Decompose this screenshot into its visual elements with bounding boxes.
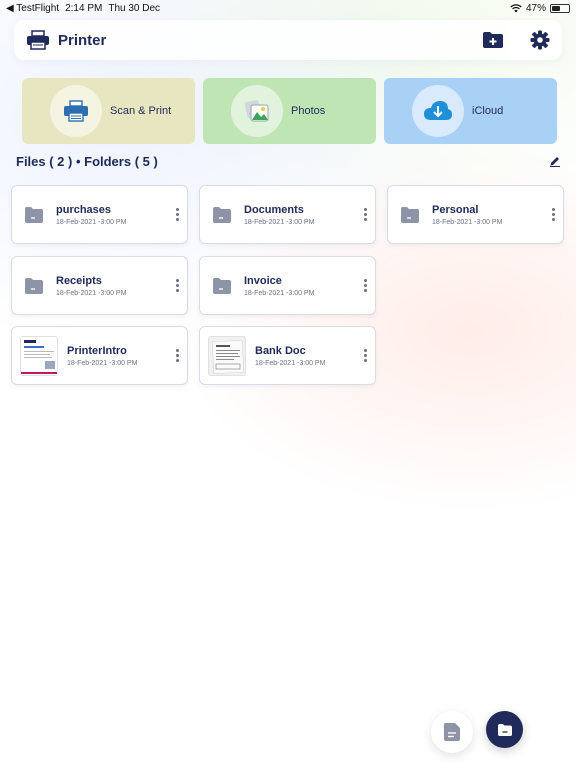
- back-to-app-link[interactable]: ◀ TestFlight: [6, 3, 59, 14]
- battery-percent: 47%: [525, 2, 546, 14]
- file-card-printerintro[interactable]: PrinterIntro 18-Feb-2021 -3:00 PM: [11, 326, 188, 385]
- item-date: 18-Feb-2021 -3:00 PM: [56, 218, 127, 226]
- more-options-icon[interactable]: [176, 349, 179, 362]
- file-card-bank-doc[interactable]: Bank Doc 18-Feb-2021 -3:00 PM: [199, 326, 376, 385]
- more-options-icon[interactable]: [364, 349, 367, 362]
- tile-icon-circle: [231, 85, 283, 137]
- photos-label: Photos: [291, 105, 326, 117]
- folder-icon: [213, 277, 231, 294]
- add-folder-button[interactable]: [486, 711, 523, 748]
- folder-card-receipts[interactable]: Receipts 18-Feb-2021 -3:00 PM: [11, 256, 188, 315]
- folder-icon: [25, 277, 43, 294]
- item-name: Invoice: [244, 274, 282, 287]
- battery-icon: [550, 3, 570, 13]
- action-tiles: Scan & Print Photos iCloud: [22, 78, 557, 144]
- icloud-tile[interactable]: iCloud: [384, 78, 557, 144]
- more-options-icon[interactable]: [364, 279, 367, 292]
- status-date: Thu 30 Dec: [108, 2, 161, 14]
- item-name: Receipts: [56, 274, 102, 287]
- folder-icon: [25, 206, 43, 223]
- scan-and-print-tile[interactable]: Scan & Print: [22, 78, 195, 144]
- photos-icon: [244, 100, 269, 122]
- status-bar: ◀ TestFlight 2:14 PM Thu 30 Dec 47%: [0, 0, 576, 16]
- files-folders-count: Files ( 2 ) • Folders ( 5 ): [16, 154, 158, 169]
- icloud-download-icon: [424, 101, 452, 120]
- settings-gear-icon[interactable]: [530, 30, 550, 50]
- app-header: Printer: [14, 20, 562, 60]
- edit-pencil-icon[interactable]: [549, 155, 561, 167]
- document-thumbnail: [20, 335, 58, 376]
- battery-fill: [552, 5, 560, 11]
- scan-and-print-label: Scan & Print: [110, 105, 172, 117]
- document-thumbnail: [208, 335, 246, 376]
- printer-logo-icon: [27, 30, 49, 50]
- more-options-icon[interactable]: [552, 208, 555, 221]
- item-name: Bank Doc: [255, 344, 306, 357]
- folder-card-personal[interactable]: Personal 18-Feb-2021 -3:00 PM: [387, 185, 564, 244]
- item-date: 18-Feb-2021 -3:00 PM: [432, 218, 503, 226]
- more-options-icon[interactable]: [176, 279, 179, 292]
- folder-icon: [497, 723, 512, 736]
- more-options-icon[interactable]: [364, 208, 367, 221]
- item-name: purchases: [56, 203, 112, 216]
- document-preview-icon: [21, 336, 57, 375]
- app-title: Printer: [58, 31, 107, 49]
- item-name: Documents: [244, 203, 304, 216]
- add-document-button[interactable]: [431, 711, 473, 753]
- item-date: 18-Feb-2021 -3:00 PM: [244, 289, 315, 297]
- photos-tile[interactable]: Photos: [203, 78, 376, 144]
- item-date: 18-Feb-2021 -3:00 PM: [244, 218, 315, 226]
- item-date: 18-Feb-2021 -3:00 PM: [255, 359, 326, 367]
- item-name: Personal: [432, 203, 479, 216]
- more-options-icon[interactable]: [176, 208, 179, 221]
- tile-icon-circle: [50, 85, 102, 137]
- folder-icon: [401, 206, 419, 223]
- item-name: PrinterIntro: [67, 344, 127, 357]
- item-date: 18-Feb-2021 -3:00 PM: [67, 359, 138, 367]
- new-folder-icon[interactable]: [482, 31, 504, 49]
- folder-card-invoice[interactable]: Invoice 18-Feb-2021 -3:00 PM: [199, 256, 376, 315]
- document-icon: [444, 723, 460, 741]
- printer-icon: [64, 100, 88, 122]
- item-date: 18-Feb-2021 -3:00 PM: [56, 289, 127, 297]
- folder-card-purchases[interactable]: purchases 18-Feb-2021 -3:00 PM: [11, 185, 188, 244]
- status-time: 2:14 PM: [65, 2, 103, 14]
- folder-icon: [213, 206, 231, 223]
- wifi-icon: [510, 3, 522, 12]
- folder-card-documents[interactable]: Documents 18-Feb-2021 -3:00 PM: [199, 185, 376, 244]
- tile-icon-circle: [412, 85, 464, 137]
- document-preview-icon: [209, 336, 245, 375]
- icloud-label: iCloud: [472, 105, 504, 117]
